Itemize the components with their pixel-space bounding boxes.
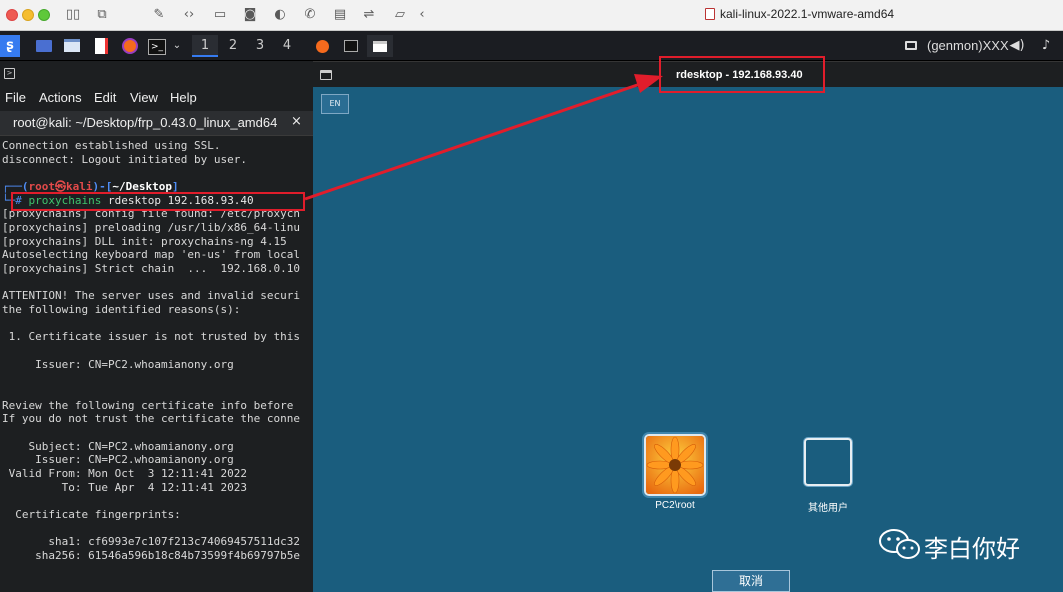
terminal-line: Subject: CN=PC2.whoamianony.org: [2, 439, 234, 453]
sidebar-toggle-icon[interactable]: ▯▯: [64, 7, 82, 23]
terminal-line: [proxychains] preloading /usr/lib/x86_64…: [2, 221, 301, 235]
terminal-line: If you do not trust the certificate the …: [2, 412, 301, 426]
tab-close-icon[interactable]: ×: [291, 114, 302, 129]
vm-window-title: kali-linux-2022.1-vmware-amd64: [705, 7, 894, 21]
terminal-line: Valid From: Mon Oct 3 12:11:41 2022: [2, 467, 248, 481]
terminal-window: > File Actions Edit View Help root@kali:…: [0, 61, 313, 592]
zoom-window-icon[interactable]: [38, 9, 50, 21]
folder-icon[interactable]: ▱: [391, 7, 409, 23]
terminal-line: sha256: 61546a596b18c84b73599f4b69797b5e: [2, 549, 301, 563]
terminal-line: [proxychains] DLL init: proxychains-ng 4…: [2, 234, 287, 248]
minimize-window-icon[interactable]: [22, 9, 34, 21]
menu-file[interactable]: File: [5, 90, 26, 105]
terminal-line: Certificate fingerprints:: [2, 508, 181, 522]
terminal-line: sha1: cf6993e7c107f213c74069457511dc32: [2, 535, 301, 549]
volume-icon[interactable]: ◀): [1008, 35, 1026, 57]
terminal-line: Issuer: CN=PC2.whoamianony.org: [2, 357, 234, 371]
settings-wrench-icon[interactable]: ✎: [150, 7, 168, 23]
usb-icon[interactable]: ⇌: [360, 7, 378, 23]
task-firefox-icon[interactable]: [309, 35, 335, 57]
workspace-4[interactable]: 4: [274, 35, 300, 57]
user-tile-other[interactable]: [804, 438, 852, 486]
kali-taskbar: ʂ >_ ⌄ 1 2 3 4 (genmon)XXX ◀) ♪: [0, 31, 1063, 61]
terminal-launcher-icon[interactable]: >_: [146, 35, 168, 57]
host-window-bar: ▯▯ ⧉ ✎ ‹› ▭ ◙ ◐ ✆ ▤ ⇌ ▱ ‹ kali-linux-202…: [0, 0, 1063, 31]
terminal-titlebar: >: [0, 61, 313, 87]
watermark-text: 李白你好: [924, 535, 1020, 563]
close-window-icon[interactable]: [6, 9, 18, 21]
menu-edit[interactable]: Edit: [94, 90, 116, 105]
annotation-title-box: [659, 56, 825, 93]
task-rdesktop-icon[interactable]: [367, 35, 393, 57]
rdesktop-window: rdesktop - 192.168.93.40 EN PC2\root 其他用…: [313, 61, 1063, 592]
terminal-menubar: File Actions Edit View Help: [0, 87, 313, 111]
drive-icon[interactable]: ▭: [211, 7, 229, 23]
firefox-icon[interactable]: [120, 35, 140, 57]
language-button[interactable]: EN: [321, 94, 349, 114]
terminal-line: the following identified reasons(s):: [2, 303, 241, 317]
terminal-line: Autoselecting keyboard map 'en-us' from …: [2, 248, 301, 262]
camera-icon[interactable]: ◙: [241, 7, 259, 23]
back-chevron-icon[interactable]: ‹: [413, 7, 431, 23]
terminal-line: [proxychains] Strict chain ... 192.168.0…: [2, 262, 301, 276]
task-terminal-icon[interactable]: [338, 35, 364, 57]
printer-icon[interactable]: ▤: [331, 7, 349, 23]
menu-help[interactable]: Help: [170, 90, 197, 105]
display-icon[interactable]: [903, 35, 919, 57]
terminal-line: Issuer: CN=PC2.whoamianony.org: [2, 453, 234, 467]
user-tile-root-label: PC2\root: [655, 500, 695, 511]
phone-icon[interactable]: ✆: [301, 7, 319, 23]
vm-doc-icon: [705, 8, 715, 20]
user-tile-other-label: 其他用户: [808, 503, 848, 514]
terminal-tab-title: root@kali: ~/Desktop/frp_0.43.0_linux_am…: [13, 115, 278, 130]
notification-bell-icon[interactable]: ♪: [1038, 35, 1054, 57]
terminal-line: Review the following certificate info be…: [2, 398, 294, 412]
cancel-button[interactable]: 取消: [712, 570, 790, 592]
rdesktop-app-icon: [320, 70, 332, 80]
terminal-line: To: Tue Apr 4 12:11:41 2023: [2, 480, 248, 494]
terminal-line: 1. Certificate issuer is not trusted by …: [2, 330, 301, 344]
file-manager-icon[interactable]: [62, 35, 82, 57]
workspace-2[interactable]: 2: [220, 35, 246, 57]
terminal-line: ATTENTION! The server uses and invalid s…: [2, 289, 301, 303]
show-desktop-icon[interactable]: [34, 35, 54, 57]
user-tile-root[interactable]: [644, 434, 706, 496]
workspace-3[interactable]: 3: [247, 35, 273, 57]
snapshot-icon[interactable]: ⧉: [93, 7, 111, 23]
genmon-status: (genmon)XXX: [927, 38, 1009, 53]
menu-actions[interactable]: Actions: [39, 90, 82, 105]
launcher-chevron-icon[interactable]: ⌄: [170, 35, 184, 57]
workspace-1[interactable]: 1: [192, 35, 218, 57]
terminal-line: Connection established using SSL.: [2, 139, 221, 152]
text-editor-icon[interactable]: [92, 35, 110, 57]
flower-avatar-icon: [646, 436, 704, 494]
vm-title-text: kali-linux-2022.1-vmware-amd64: [720, 7, 895, 21]
code-icon[interactable]: ‹›: [180, 7, 198, 23]
sound-icon[interactable]: ◐: [271, 7, 289, 23]
terminal-line: disconnect: Logout initiated by user.: [2, 152, 248, 166]
menu-view[interactable]: View: [130, 90, 158, 105]
kali-menu-icon[interactable]: ʂ: [0, 35, 20, 57]
terminal-app-icon: >: [4, 68, 15, 79]
terminal-tab[interactable]: root@kali: ~/Desktop/frp_0.43.0_linux_am…: [0, 111, 313, 136]
wechat-icon: [879, 529, 920, 559]
annotation-command-box: [11, 192, 305, 211]
